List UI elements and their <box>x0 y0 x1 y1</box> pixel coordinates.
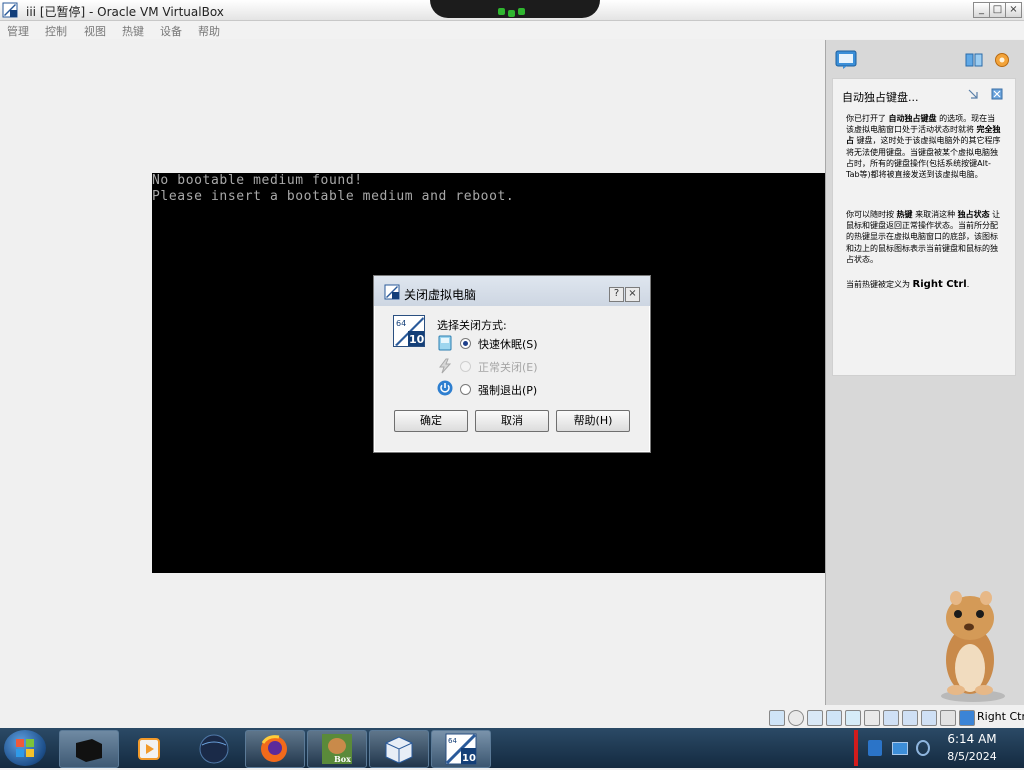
acpi-shutdown-option[interactable]: 正常关闭(E) <box>478 359 538 375</box>
virtualbox-app-icon <box>2 2 18 18</box>
virtualization-icon[interactable] <box>921 710 937 726</box>
mouse-integration-icon[interactable] <box>940 710 956 726</box>
tray-red-indicator <box>854 730 858 766</box>
settings-icon[interactable] <box>993 52 1011 68</box>
maximize-button[interactable]: □ <box>989 2 1006 18</box>
video-capture-icon[interactable] <box>902 710 918 726</box>
network-tray-icon[interactable] <box>868 740 882 756</box>
virtualbox-icon <box>384 284 400 300</box>
mini-toolbar[interactable] <box>430 0 600 18</box>
window-title: iii [已暂停] - Oracle VM VirtualBox <box>26 5 224 19</box>
help-panel-toolbar <box>832 44 1020 76</box>
boot-message-line: No bootable medium found! <box>152 173 363 188</box>
vm-badge-64: 64 <box>448 737 457 745</box>
shared-folders-icon[interactable] <box>864 710 880 726</box>
optical-drive-icon[interactable] <box>788 710 804 726</box>
close-button[interactable]: × <box>1005 2 1022 18</box>
close-panel-icon[interactable] <box>991 88 1003 100</box>
help-question-button[interactable]: ? <box>609 287 624 302</box>
dialog-title: 关闭虚拟电脑 <box>404 288 477 302</box>
host-key-label: Right Ctrl <box>977 710 1024 723</box>
badge-64: 64 <box>396 319 406 328</box>
hard-disk-icon[interactable] <box>769 710 785 726</box>
taskbar-media-player[interactable] <box>122 730 182 768</box>
menu-view[interactable]: 视图 <box>84 23 106 39</box>
save-state-radio[interactable] <box>460 338 471 349</box>
power-icon <box>437 380 453 396</box>
menu-bar: 管理 控制 视图 热键 设备 帮助 <box>0 21 1024 39</box>
taskbar-virtualbox-manager[interactable] <box>369 730 429 768</box>
menu-hotkeys[interactable]: 热键 <box>122 23 144 39</box>
taskbar-firefox[interactable] <box>245 730 305 768</box>
help-paragraph-3: 当前热键被定义为 Right Ctrl. <box>846 279 970 290</box>
taskbar-globe-app[interactable] <box>184 730 244 768</box>
help-paragraph-1: 你已打开了 自动独占键盘 的选项。现在当该虚拟电脑窗口处于活动状态时就将 完全独… <box>846 114 1001 180</box>
auto-capture-help-panel: 自动独占键盘... 你已打开了 自动独占键盘 的选项。现在当该虚拟电脑窗口处于活… <box>832 78 1016 376</box>
help-button[interactable]: 帮助(H) <box>556 410 630 432</box>
vm-status-bar: Right Ctrl <box>765 708 1024 728</box>
toolbar-dot-icon <box>508 10 515 17</box>
minimize-button[interactable]: _ <box>973 2 990 18</box>
keyboard-capture-icon[interactable] <box>965 52 983 68</box>
badge-10: 10 <box>409 333 425 346</box>
clock-date[interactable]: 8/5/2024 <box>925 750 1019 763</box>
taskbar-app-black-box[interactable] <box>59 730 119 768</box>
start-button[interactable] <box>4 730 46 766</box>
ok-button[interactable]: 确定 <box>394 410 468 432</box>
clock-time[interactable]: 6:14 AM <box>925 732 1019 746</box>
save-state-icon <box>437 335 453 351</box>
help-panel-title: 自动独占键盘... <box>842 91 919 104</box>
close-method-prompt: 选择关闭方式: <box>437 319 507 332</box>
save-state-option[interactable]: 快速休眠(S) <box>478 336 538 352</box>
dialog-close-button[interactable]: × <box>625 287 640 302</box>
message-icon[interactable] <box>835 50 857 70</box>
os-type-icon: 64 10 <box>393 315 425 347</box>
minimize-panel-icon[interactable] <box>967 88 979 100</box>
acpi-shutdown-radio[interactable] <box>460 361 471 372</box>
usb-icon[interactable] <box>845 710 861 726</box>
boot-message-line: Please insert a bootable medium and rebo… <box>152 189 515 204</box>
toolbar-dot-icon <box>518 8 525 15</box>
display-icon[interactable] <box>883 710 899 726</box>
dialog-title-bar[interactable]: 关闭虚拟电脑 ? × <box>374 276 650 306</box>
cancel-button[interactable]: 取消 <box>475 410 549 432</box>
network-icon[interactable] <box>826 710 842 726</box>
taskbar-box-app[interactable]: Box <box>307 730 367 768</box>
menu-devices[interactable]: 设备 <box>160 23 182 39</box>
help-paragraph-2: 你可以随时按 热键 来取消这种 独占状态 让鼠标和键盘返回正常操作状态。当前所分… <box>846 210 1001 264</box>
display-tray-icon[interactable] <box>892 742 908 755</box>
menu-control[interactable]: 控制 <box>45 23 67 39</box>
power-off-radio[interactable] <box>460 384 471 395</box>
close-vm-dialog: 关闭虚拟电脑 ? × 64 10 选择关闭方式: 快速休眠(S) 正常关闭(E)… <box>373 275 651 453</box>
menu-help[interactable]: 帮助 <box>198 23 220 39</box>
host-key-icon[interactable] <box>959 710 975 726</box>
taskbar-virtualbox-vm[interactable]: 64 10 <box>431 730 491 768</box>
lightning-icon <box>437 358 453 374</box>
audio-icon[interactable] <box>807 710 823 726</box>
menu-manage[interactable]: 管理 <box>7 23 29 39</box>
power-off-option[interactable]: 强制退出(P) <box>478 382 537 398</box>
box-label: Box <box>334 754 351 764</box>
taskbar: Box 64 10 6:14 AM 8/5/2024 <box>0 728 1024 768</box>
window-title-bar[interactable]: iii [已暂停] - Oracle VM VirtualBox _ □ × <box>0 0 1024 21</box>
vm-badge-10: 10 <box>462 753 476 764</box>
hamster-mascot-image <box>928 572 1018 704</box>
toolbar-dot-icon <box>498 8 505 15</box>
